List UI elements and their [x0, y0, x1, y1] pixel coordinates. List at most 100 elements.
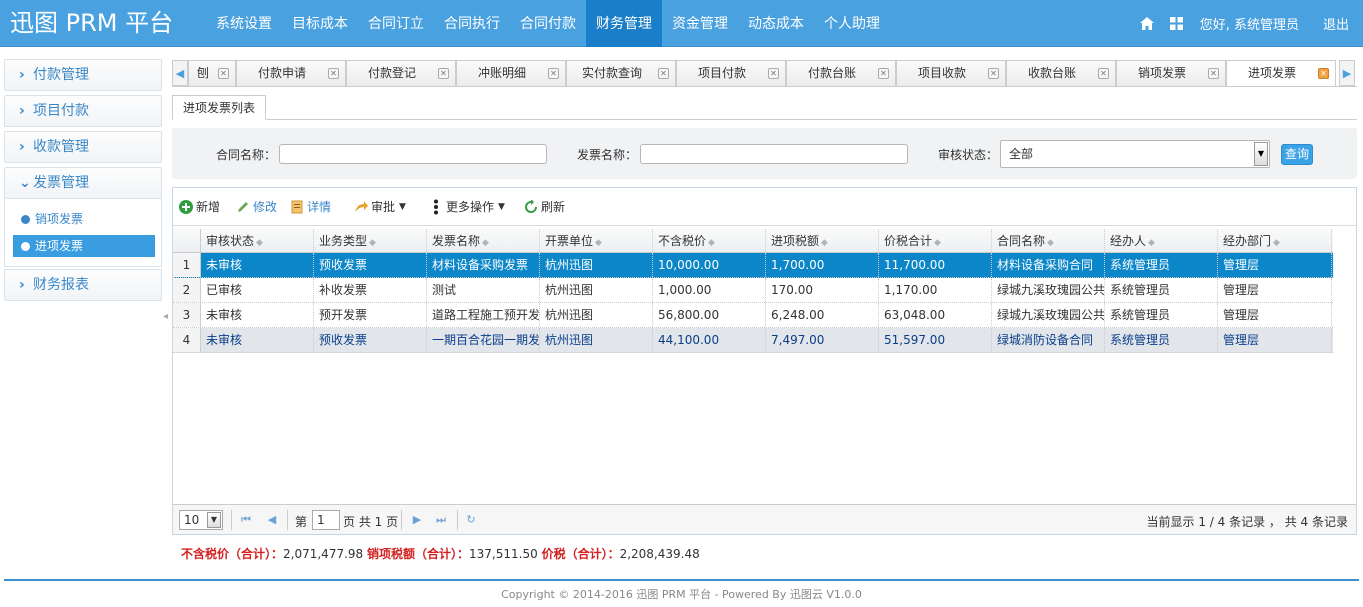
sidebar-group-receipt-mgmt[interactable]: › 收款管理 [4, 131, 162, 163]
contract-name-input[interactable] [279, 144, 547, 164]
next-page-icon[interactable]: ▶ [411, 513, 423, 527]
nav-target-cost[interactable]: 目标成本 [282, 0, 358, 47]
table-cell: 预收发票 [314, 328, 427, 352]
column-header[interactable]: 审核状态 ◆ [201, 229, 314, 252]
tab-project-receipt[interactable]: 项目收款 ✕ [896, 60, 1006, 86]
nav-funds[interactable]: 资金管理 [662, 0, 738, 47]
subtab-invoice-list[interactable]: 进项发票列表 [172, 95, 267, 120]
tab-payment-ledger[interactable]: 付款台账 ✕ [786, 60, 896, 86]
sort-icon: ◆ [821, 238, 828, 248]
table-cell: 1,700.00 [766, 253, 879, 277]
close-icon[interactable]: ✕ [1208, 68, 1219, 79]
chevron-down-icon[interactable]: ▼ [207, 512, 221, 528]
tab-scroll-left-icon[interactable]: ◀ [172, 60, 188, 86]
sidebar-group-label: 付款管理 [33, 67, 89, 83]
tab-payment-request[interactable]: 付款申请 ✕ [236, 60, 346, 86]
close-icon[interactable]: ✕ [988, 68, 999, 79]
column-header[interactable]: 经办人 ◆ [1105, 229, 1218, 252]
user-greeting[interactable]: 您好, 系统管理员 [1200, 14, 1299, 33]
tab-payment-register[interactable]: 付款登记 ✕ [346, 60, 456, 86]
column-header[interactable]: 业务类型 ◆ [314, 229, 427, 252]
page-number-input[interactable]: 1 [312, 510, 340, 530]
column-header[interactable]: 合同名称 ◆ [992, 229, 1105, 252]
prev-page-icon[interactable]: ◀ [266, 513, 278, 527]
column-header[interactable]: 不含税价 ◆ [653, 229, 766, 252]
audit-status-select[interactable]: 全部 ▼ [1000, 140, 1270, 168]
sidebar-item-purchase-invoice[interactable]: 进项发票 [13, 235, 155, 257]
tax-total-label: 销项税额（合计）： [367, 547, 470, 561]
tab-receipt-ledger[interactable]: 收款台账 ✕ [1006, 60, 1116, 86]
edit-button[interactable]: 修改 [235, 188, 277, 226]
pagination-bar: 10 ▼ ⏮ ◀ 第 1 页 共 1 页 ▶ ⏭ ↻ 当前显示 1 / 4 条记… [173, 504, 1356, 534]
logout-link[interactable]: 退出 [1323, 14, 1349, 33]
table-cell: 测试 [427, 278, 540, 302]
grid-icon[interactable] [1170, 17, 1184, 31]
close-icon[interactable]: ✕ [328, 68, 339, 79]
page-size-select[interactable]: 10 ▼ [179, 510, 223, 530]
refresh-button[interactable]: 刷新 [523, 188, 565, 226]
home-icon[interactable] [1139, 17, 1154, 31]
close-icon[interactable]: ✕ [218, 68, 229, 79]
tab-scroll-right-icon[interactable]: ▶ [1339, 60, 1355, 86]
nav-contract-payment[interactable]: 合同付款 [510, 0, 586, 47]
nav-dynamic-cost[interactable]: 动态成本 [738, 0, 814, 47]
sidebar-group-payment-mgmt[interactable]: › 付款管理 [4, 59, 162, 91]
tab-offset-detail[interactable]: 冲账明细 ✕ [456, 60, 566, 86]
sidebar-group-label: 项目付款 [33, 103, 89, 119]
tab-actual-payment-query[interactable]: 实付款查询 ✕ [566, 60, 676, 86]
brand-title: 迅图 PRM 平台 [10, 9, 174, 37]
column-header[interactable]: 开票单位 ◆ [540, 229, 653, 252]
table-cell: 绿城九溪玫瑰园公共 [992, 278, 1105, 302]
detail-button[interactable]: 详情 [289, 188, 331, 226]
add-button[interactable]: 新增 [178, 188, 220, 226]
nav-personal-assistant[interactable]: 个人助理 [814, 0, 890, 47]
table-row[interactable]: 1 未审核 预收发票 材料设备采购发票 杭州迅图 10,000.00 1,700… [173, 253, 1333, 278]
more-actions-button[interactable]: 更多操作 ▼ [428, 188, 505, 226]
column-header[interactable]: 发票名称 ◆ [427, 229, 540, 252]
table-row[interactable]: 3 未审核 预开发票 道路工程施工预开发 杭州迅图 56,800.00 6,24… [173, 303, 1333, 328]
user-area: 您好, 系统管理员 退出 [1139, 0, 1363, 47]
invoice-name-input[interactable] [640, 144, 908, 164]
table-cell: 管理层 [1218, 278, 1332, 302]
close-icon[interactable]: ✕ [768, 68, 779, 79]
footer-copyright: Copyright © 2014-2016 迅图 PRM 平台 - Powere… [501, 588, 862, 601]
close-icon[interactable]: ✕ [658, 68, 669, 79]
tab-project-payment[interactable]: 项目付款 ✕ [676, 60, 786, 86]
chevron-right-icon: › [19, 103, 25, 119]
column-header[interactable]: 价税合计 ◆ [879, 229, 992, 252]
nav-system-settings[interactable]: 系统设置 [206, 0, 282, 47]
close-icon[interactable]: ✕ [548, 68, 559, 79]
chevron-down-icon[interactable]: ▼ [1254, 142, 1268, 166]
net-total-label: 不含税价（合计）： [181, 547, 284, 561]
tab-sales-invoice[interactable]: 销项发票 ✕ [1116, 60, 1226, 86]
caret-down-icon: ▼ [498, 202, 505, 212]
query-button[interactable]: 查询 [1281, 144, 1313, 165]
table-cell: 系统管理员 [1105, 278, 1218, 302]
sidebar-collapse-handle[interactable]: ◂ [163, 307, 171, 327]
table-row[interactable]: 2 已审核 补收发票 测试 杭州迅图 1,000.00 170.00 1,170… [173, 278, 1333, 303]
close-icon[interactable]: ✕ [1098, 68, 1109, 79]
close-icon[interactable]: ✕ [878, 68, 889, 79]
sidebar-item-label: 销项发票 [35, 212, 84, 226]
table-row[interactable]: 4 未审核 预收发票 一期百合花园一期发 杭州迅图 44,100.00 7,49… [173, 328, 1333, 353]
tab-truncated[interactable]: 刨 ✕ [188, 60, 236, 86]
close-icon[interactable]: ✕ [438, 68, 449, 79]
invoice-name-label: 发票名称： [577, 148, 638, 162]
last-page-icon[interactable]: ⏭ [435, 513, 447, 527]
approve-button[interactable]: 审批 ▼ [353, 188, 406, 226]
footer-divider [4, 579, 1359, 581]
sidebar-item-sales-invoice[interactable]: 销项发票 [13, 208, 155, 230]
column-header[interactable]: 进项税额 ◆ [766, 229, 879, 252]
add-label: 新增 [196, 200, 221, 214]
nav-contract-exec[interactable]: 合同执行 [434, 0, 510, 47]
sidebar-group-invoice-mgmt[interactable]: ⌄ 发票管理 [4, 167, 162, 199]
nav-contract-sign[interactable]: 合同订立 [358, 0, 434, 47]
tab-purchase-invoice[interactable]: 进项发票 ✕ [1226, 60, 1336, 86]
first-page-icon[interactable]: ⏮ [240, 513, 252, 527]
sidebar-group-project-payment[interactable]: › 项目付款 [4, 95, 162, 127]
close-icon[interactable]: ✕ [1318, 68, 1329, 79]
column-header[interactable]: 经办部门 ◆ [1218, 229, 1332, 252]
nav-finance[interactable]: 财务管理 [586, 0, 662, 47]
refresh-icon[interactable]: ↻ [465, 513, 477, 527]
sidebar-group-finance-reports[interactable]: › 财务报表 [4, 269, 162, 301]
